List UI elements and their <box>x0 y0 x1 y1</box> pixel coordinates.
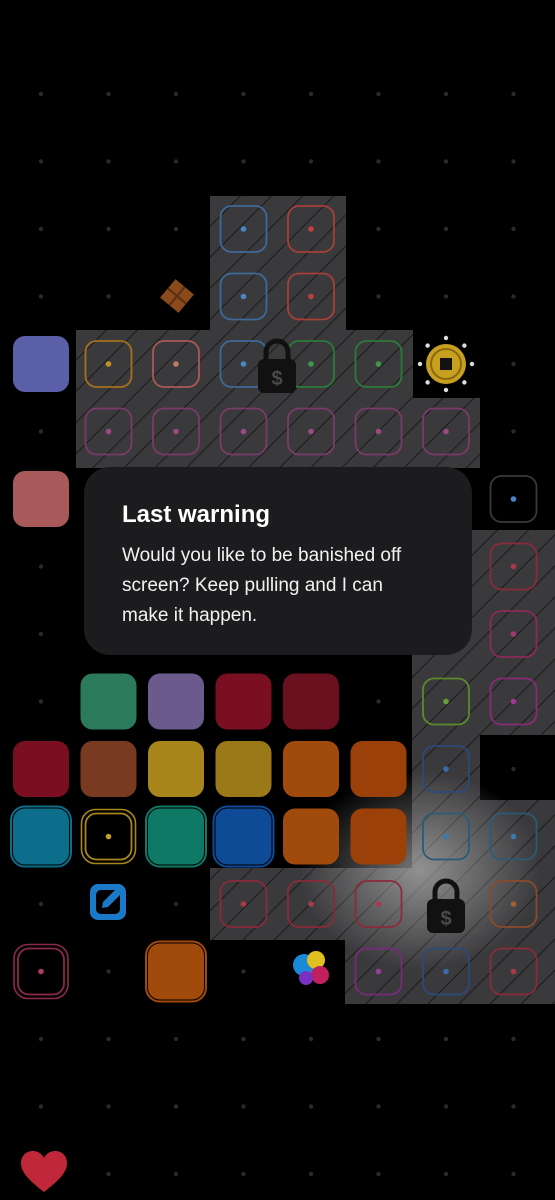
outlined-tile[interactable] <box>13 943 69 1000</box>
warning-dialog[interactable]: Last warning Would you like to be banish… <box>84 467 472 655</box>
grid-dot <box>443 91 449 97</box>
grid-dot <box>38 1104 44 1109</box>
grid-dot <box>38 699 44 704</box>
grid-dot <box>308 1036 314 1042</box>
grid-dot <box>241 1171 246 1177</box>
filled-tile[interactable] <box>350 808 407 865</box>
grid-dot <box>241 1036 246 1042</box>
grid-dot <box>443 226 449 232</box>
grid-dot <box>308 1104 314 1109</box>
filled-tile[interactable] <box>215 741 272 797</box>
filled-tile[interactable] <box>13 336 69 392</box>
grid-dot <box>376 1036 381 1042</box>
filled-tile[interactable] <box>10 805 72 868</box>
grid-dot <box>443 1171 449 1177</box>
filled-tile[interactable] <box>148 673 204 730</box>
grid-dot <box>241 159 246 164</box>
heart-icon[interactable] <box>20 1150 68 1194</box>
grid-dot <box>308 91 314 97</box>
filled-tile[interactable] <box>215 673 272 730</box>
grid-dot <box>106 1036 111 1042</box>
grid-dot <box>38 564 44 569</box>
glow-spot <box>300 770 540 970</box>
grid-dot <box>511 361 516 367</box>
grid-dot <box>38 631 44 637</box>
grid-dot <box>376 1104 381 1109</box>
coin-icon[interactable] <box>417 335 475 393</box>
svg-text:$: $ <box>271 368 282 390</box>
edit-icon[interactable] <box>90 884 126 920</box>
grid-dot <box>511 429 516 434</box>
grid-dot <box>173 226 179 232</box>
grid-dot <box>106 91 111 97</box>
filled-tile[interactable] <box>350 741 407 797</box>
grid-dot <box>241 91 246 97</box>
hatched-cell-block <box>76 398 480 468</box>
filled-tile[interactable] <box>80 741 137 797</box>
grid-dot <box>38 429 44 434</box>
grid-dot <box>106 159 111 164</box>
grid-dot <box>106 294 111 299</box>
grid-dot <box>511 1036 516 1042</box>
grid-dot <box>106 1171 111 1177</box>
grid-dot <box>38 226 44 232</box>
dialog-title: Last warning <box>122 501 271 528</box>
grid-dot <box>376 91 381 97</box>
filled-tile[interactable] <box>13 471 69 527</box>
color-orbs-icon[interactable] <box>293 951 329 985</box>
grid-dot <box>511 226 516 232</box>
grid-dot <box>511 294 516 299</box>
grid-dot <box>376 159 381 164</box>
grid-dot <box>511 1104 516 1109</box>
grid-dot <box>173 901 179 907</box>
filled-tile[interactable] <box>145 805 207 868</box>
filled-tile[interactable] <box>283 741 339 797</box>
filled-tile[interactable] <box>13 741 69 797</box>
chocolate-piece-icon[interactable] <box>160 279 194 313</box>
outlined-tile[interactable] <box>80 808 137 865</box>
grid-dot <box>376 699 381 704</box>
grid-dot <box>511 91 516 97</box>
grid-dot <box>376 226 381 232</box>
grid-dot <box>308 159 314 164</box>
grid-dot <box>38 901 44 907</box>
svg-text:$: $ <box>440 908 451 930</box>
grid-dot <box>38 1036 44 1042</box>
grid-dot <box>173 91 179 97</box>
grid-dot <box>106 1104 111 1109</box>
grid-dot <box>511 159 516 164</box>
grid-dot <box>38 159 44 164</box>
grid-dot <box>443 1104 449 1109</box>
grid-dot <box>38 294 44 299</box>
grid-dot <box>443 294 449 299</box>
filled-tile[interactable] <box>212 805 275 868</box>
filled-tile[interactable] <box>148 741 204 797</box>
grid-dot <box>241 969 246 974</box>
filled-tile[interactable] <box>80 673 137 730</box>
glow-highlight <box>300 770 540 970</box>
grid-dot <box>443 1036 449 1042</box>
filled-tile[interactable] <box>283 808 339 865</box>
grid-dot <box>376 294 381 299</box>
hatched-cell-block <box>210 196 346 334</box>
grid-dot <box>511 1171 516 1177</box>
grid-dot <box>511 766 516 772</box>
grid-dot <box>173 1036 179 1042</box>
grid-dot <box>443 159 449 164</box>
grid-dot <box>308 1171 314 1177</box>
grid-dot <box>106 226 111 232</box>
grid-dot <box>376 1171 381 1177</box>
dialog-message: Would you like to be banished off screen… <box>122 545 402 626</box>
filled-tile[interactable] <box>145 940 207 1003</box>
outlined-tile[interactable] <box>489 475 538 523</box>
grid-dot <box>173 159 179 164</box>
grid-dot <box>106 969 111 974</box>
filled-tile[interactable] <box>283 673 339 730</box>
grid-dot <box>38 91 44 97</box>
grid-dot <box>173 1104 179 1109</box>
grid-dot <box>241 1104 246 1109</box>
grid-dot <box>173 1171 179 1177</box>
